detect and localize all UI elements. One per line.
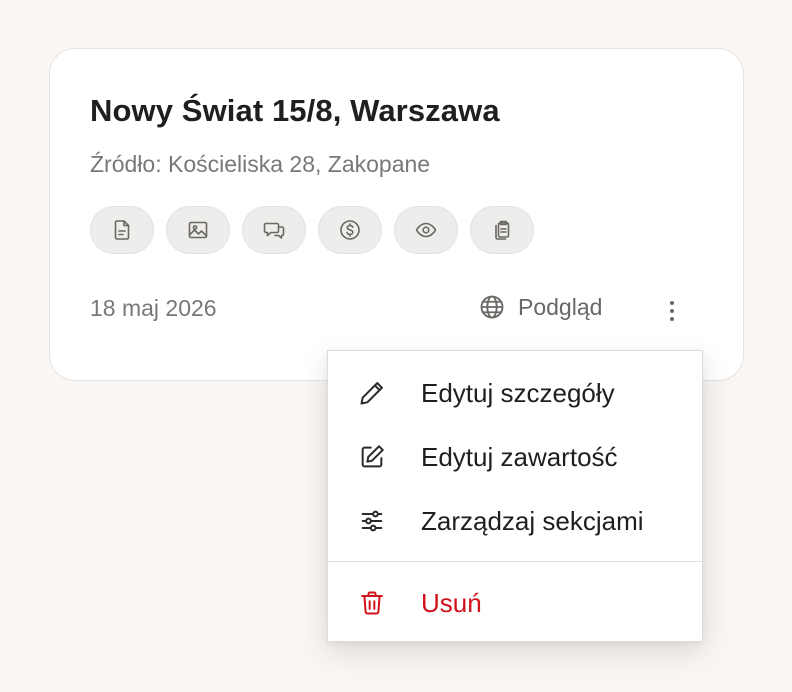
clipboard-icon — [495, 220, 510, 240]
globe-icon — [480, 295, 504, 319]
page: Nowy Świat 15/8, Warszawa Źródło: Koście… — [0, 0, 792, 692]
sliders-icon — [358, 507, 386, 535]
pencil-icon — [358, 379, 386, 407]
preview-label: Podgląd — [518, 293, 603, 320]
card-title[interactable]: Nowy Świat 15/8, Warszawa — [90, 93, 500, 129]
menu-item-label: Zarządzaj sekcjami — [421, 505, 644, 536]
menu-item-delete[interactable]: Usuń — [328, 573, 702, 633]
menu-item-label: Edytuj szczegóły — [421, 377, 615, 408]
kebab-dot — [670, 317, 674, 321]
menu-item-manage-sections[interactable]: Zarządzaj sekcjami — [328, 491, 702, 551]
visibility-button[interactable] — [394, 206, 458, 254]
menu-item-label: Edytuj zawartość — [421, 441, 618, 472]
eye-icon — [415, 222, 437, 238]
document-button[interactable] — [90, 206, 154, 254]
images-button[interactable] — [166, 206, 230, 254]
copy-button[interactable] — [470, 206, 534, 254]
card-action-icons — [90, 206, 534, 254]
pricing-button[interactable] — [318, 206, 382, 254]
kebab-dot — [670, 301, 674, 305]
property-card: Nowy Świat 15/8, Warszawa Źródło: Koście… — [49, 48, 744, 381]
comments-button[interactable] — [242, 206, 306, 254]
preview-link[interactable]: Podgląd — [478, 293, 602, 321]
card-date: 18 maj 2026 — [90, 295, 217, 321]
context-menu: Edytuj szczegóły Edytuj zawartość Zarząd… — [327, 350, 703, 642]
menu-item-edit-details[interactable]: Edytuj szczegóły — [328, 363, 702, 423]
menu-item-edit-content[interactable]: Edytuj zawartość — [328, 427, 702, 487]
edit-square-icon — [358, 443, 386, 471]
document-icon — [114, 220, 130, 240]
trash-icon — [358, 589, 386, 617]
menu-item-label: Usuń — [421, 587, 482, 618]
image-icon — [188, 221, 208, 239]
dollar-icon — [340, 220, 360, 240]
card-source: Źródło: Kościeliska 28, Zakopane — [90, 151, 431, 177]
kebab-dot — [670, 309, 674, 313]
chat-icon — [263, 222, 285, 239]
menu-divider — [328, 561, 702, 562]
more-options-button[interactable] — [658, 295, 686, 327]
